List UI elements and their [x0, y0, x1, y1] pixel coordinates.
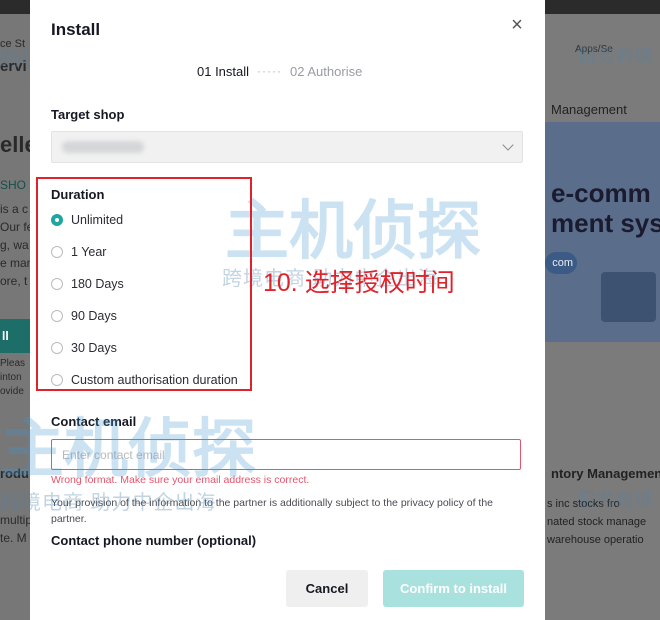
- bg-left-text: Our fe: [0, 220, 34, 234]
- step-authorise: 02 Authorise: [290, 63, 363, 79]
- background-promo-banner: e-comm ment sys com: [545, 122, 660, 342]
- bg-left-text: multip: [0, 513, 33, 527]
- bg-left-text: g, wa: [0, 238, 29, 252]
- bg-right-text: ntory Managemen: [551, 466, 660, 481]
- stepper: 01 Install ····· 02 Authorise: [197, 63, 362, 79]
- bg-left-text: is a c: [0, 202, 29, 216]
- target-shop-select[interactable]: [51, 131, 523, 163]
- bg-right-text: Apps/Se: [575, 44, 613, 55]
- bg-left-text: inton: [0, 372, 22, 383]
- bg-left-text: Pleas: [0, 358, 26, 369]
- promo-line: e-comm: [551, 178, 651, 208]
- confirm-install-button[interactable]: Confirm to install: [383, 570, 524, 607]
- bg-right-text: Management: [551, 102, 627, 117]
- bg-left-text: ce St: [0, 38, 26, 50]
- privacy-notice: Your provision of the information to the…: [51, 497, 494, 525]
- cancel-button[interactable]: Cancel: [286, 570, 368, 607]
- bg-left-text: ervi: [0, 58, 27, 75]
- promo-pill: com: [545, 252, 577, 274]
- annotation-caption: 10. 选择授权时间: [263, 269, 455, 297]
- bg-left-button: ll: [0, 319, 32, 353]
- target-shop-label: Target shop: [51, 107, 125, 122]
- bg-right-text: warehouse operatio: [547, 534, 644, 546]
- bg-right-text: nated stock manage: [547, 516, 647, 528]
- step-connector: ·····: [257, 64, 283, 78]
- bg-left-text: ore, t: [0, 274, 28, 288]
- chevron-down-icon: [502, 139, 514, 151]
- close-icon[interactable]: ×: [508, 15, 526, 35]
- background-left-column: ce St ervi elle SHO is a c Our fe g, wa …: [0, 14, 37, 620]
- contact-phone-label: Contact phone number (optional): [51, 533, 257, 548]
- annotation-highlight-box: [36, 177, 252, 391]
- bg-left-text: e man: [0, 256, 34, 270]
- bg-left-text: ovide: [0, 386, 24, 397]
- step-install: 01 Install: [197, 63, 250, 79]
- bg-left-text: te. M: [0, 531, 27, 545]
- blurred-shop-name: [62, 141, 144, 153]
- dialog-title: Install: [51, 20, 101, 39]
- contact-email-input[interactable]: [51, 439, 521, 470]
- contact-email-label: Contact email: [51, 414, 137, 429]
- email-error-message: Wrong format. Make sure your email addre…: [51, 474, 310, 486]
- bg-right-text: s inc stocks fro: [547, 498, 620, 510]
- laptop-illustration-icon: [601, 272, 656, 322]
- bg-left-text: rodu: [0, 466, 29, 481]
- bg-left-text: SHO: [0, 178, 27, 192]
- promo-line: ment sys: [551, 208, 660, 238]
